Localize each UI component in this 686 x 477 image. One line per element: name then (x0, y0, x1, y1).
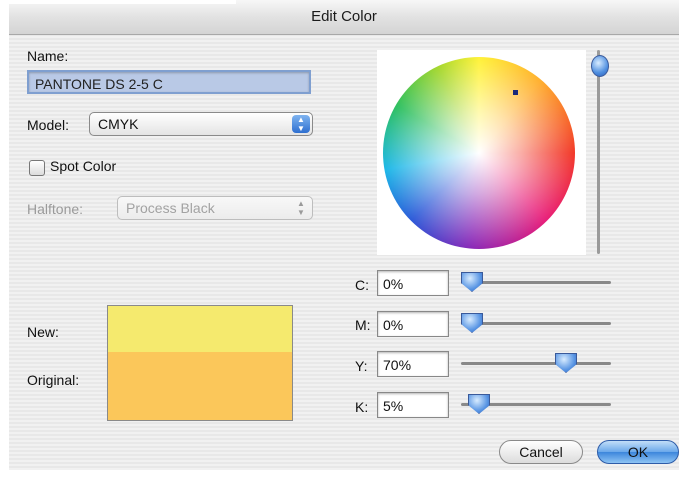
color-swatch (107, 305, 293, 421)
k-field[interactable]: 5% (377, 392, 449, 418)
m-field[interactable]: 0% (377, 311, 449, 337)
k-label: K: (355, 399, 369, 415)
dialog-title: Edit Color (311, 8, 377, 25)
brightness-slider-track[interactable] (597, 50, 600, 254)
popup-arrows-icon: ▲ ▼ (297, 199, 305, 217)
new-color-swatch (108, 306, 292, 352)
top-strip (0, 0, 236, 4)
c-label: C: (355, 277, 369, 293)
edit-color-dialog: Edit Color Name: PANTONE DS 2-5 C Model:… (9, 0, 679, 470)
spot-color-checkbox[interactable] (29, 160, 45, 176)
m-label: M: (355, 317, 371, 333)
popup-arrows-icon: ▲ ▼ (292, 115, 310, 133)
halftone-label: Halftone: (27, 201, 84, 217)
ok-button[interactable]: OK (597, 440, 679, 464)
original-label: Original: (27, 372, 80, 388)
title-bar: Edit Color (9, 0, 679, 35)
new-label: New: (27, 324, 59, 340)
spot-color-label: Spot Color (50, 158, 117, 174)
brightness-slider-thumb[interactable] (591, 55, 609, 77)
y-slider-thumb[interactable] (555, 353, 577, 373)
halftone-popup-value: Process Black (126, 200, 215, 216)
color-wheel-panel (377, 50, 586, 255)
cancel-button[interactable]: Cancel (499, 440, 583, 464)
m-slider-thumb[interactable] (461, 313, 483, 333)
k-slider-thumb[interactable] (468, 394, 490, 414)
y-field[interactable]: 70% (377, 351, 449, 377)
c-field[interactable]: 0% (377, 270, 449, 296)
c-slider-thumb[interactable] (461, 272, 483, 292)
c-slider-track[interactable] (461, 281, 611, 284)
color-wheel-marker[interactable] (513, 90, 518, 95)
model-popup-value: CMYK (98, 116, 139, 132)
halftone-popup: Process Black ▲ ▼ (117, 196, 313, 220)
y-slider-track[interactable] (461, 362, 611, 365)
y-label: Y: (355, 358, 368, 374)
original-color-swatch (108, 352, 292, 420)
model-popup[interactable]: CMYK ▲ ▼ (89, 112, 313, 136)
m-slider-track[interactable] (461, 322, 611, 325)
color-wheel[interactable] (383, 57, 575, 249)
model-label: Model: (27, 117, 70, 133)
name-field[interactable]: PANTONE DS 2-5 C (27, 70, 311, 94)
name-label: Name: (27, 48, 69, 64)
